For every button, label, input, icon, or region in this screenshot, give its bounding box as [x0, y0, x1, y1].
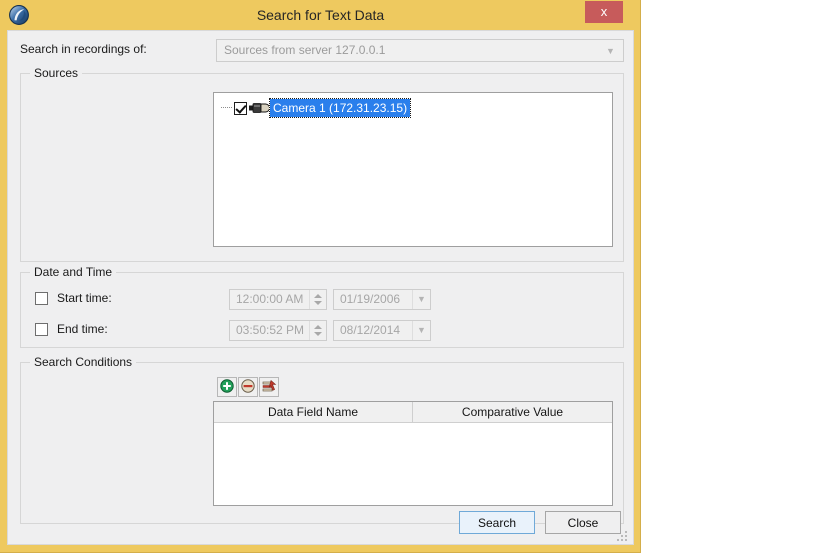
chevron-down-icon: ▼	[606, 46, 615, 56]
chevron-down-icon[interactable]: ▼	[412, 290, 430, 309]
resize-grip[interactable]	[617, 529, 629, 541]
clear-conditions-button[interactable]	[259, 377, 279, 397]
date-and-time-group-label: Date and Time	[30, 265, 117, 279]
start-time-value: 12:00:00 AM	[236, 292, 304, 306]
start-date-input[interactable]: 01/19/2006 ▼	[333, 289, 431, 310]
chevron-down-icon[interactable]	[314, 301, 322, 305]
column-header-data-field-name[interactable]: Data Field Name	[214, 402, 413, 422]
search-button[interactable]: Search	[459, 511, 535, 534]
conditions-table-header: Data Field Name Comparative Value	[214, 402, 612, 423]
search-for-text-data-dialog: Search for Text Data x Search in recordi…	[0, 0, 641, 553]
start-time-label: Start time:	[57, 291, 112, 305]
footer-buttons: Search Close	[449, 511, 621, 534]
tree-item-checkbox[interactable]	[234, 101, 247, 115]
end-time-label: End time:	[57, 322, 108, 336]
chevron-up-icon[interactable]	[314, 325, 322, 329]
recordings-selected-value: Sources from server 127.0.0.1	[224, 43, 386, 57]
recordings-row: Search in recordings of: Sources from se…	[20, 39, 624, 63]
search-conditions-group-label: Search Conditions	[30, 355, 137, 369]
sources-group: Sources Camera 1 (172.31.23.15)	[20, 66, 624, 262]
end-time-stepper[interactable]	[309, 321, 326, 340]
end-date-value: 08/12/2014	[340, 323, 401, 337]
recordings-label: Search in recordings of:	[20, 42, 147, 56]
end-date-input[interactable]: 08/12/2014 ▼	[333, 320, 431, 341]
add-condition-button[interactable]	[217, 377, 237, 397]
remove-condition-button[interactable]	[238, 377, 258, 397]
sources-tree[interactable]: Camera 1 (172.31.23.15)	[213, 92, 613, 247]
start-time-stepper[interactable]	[309, 290, 326, 309]
end-time-checkbox[interactable]	[35, 323, 48, 336]
chevron-down-icon[interactable]	[314, 332, 322, 336]
start-time-input[interactable]: 12:00:00 AM	[229, 289, 327, 310]
start-time-checkbox[interactable]	[35, 292, 48, 305]
conditions-table-body[interactable]	[214, 423, 612, 505]
tree-item-label[interactable]: Camera 1 (172.31.23.15)	[268, 98, 412, 118]
title-bar[interactable]: Search for Text Data x	[0, 0, 641, 30]
conditions-table[interactable]: Data Field Name Comparative Value	[213, 401, 613, 506]
start-date-value: 01/19/2006	[340, 292, 401, 306]
window-title: Search for Text Data	[256, 7, 385, 23]
tree-item[interactable]: Camera 1 (172.31.23.15)	[220, 98, 412, 118]
chevron-up-icon[interactable]	[314, 294, 322, 298]
conditions-toolbar	[217, 377, 280, 397]
end-time-value: 03:50:52 PM	[236, 323, 305, 337]
recordings-select[interactable]: Sources from server 127.0.0.1 ▼	[216, 39, 624, 62]
end-time-input[interactable]: 03:50:52 PM	[229, 320, 327, 341]
dialog-client-area: Search in recordings of: Sources from se…	[7, 30, 634, 545]
camera-icon	[249, 101, 270, 115]
sources-group-label: Sources	[30, 66, 83, 80]
date-and-time-group: Date and Time Start time: 12:00:00 AM 01…	[20, 265, 624, 348]
chevron-down-icon[interactable]: ▼	[412, 321, 430, 340]
close-button[interactable]: Close	[545, 511, 621, 534]
close-icon[interactable]: x	[585, 1, 623, 23]
tree-connector-icon	[220, 99, 234, 117]
column-header-comparative-value[interactable]: Comparative Value	[413, 402, 612, 422]
search-conditions-group: Search Conditions Data Field Name Compar…	[20, 355, 624, 524]
